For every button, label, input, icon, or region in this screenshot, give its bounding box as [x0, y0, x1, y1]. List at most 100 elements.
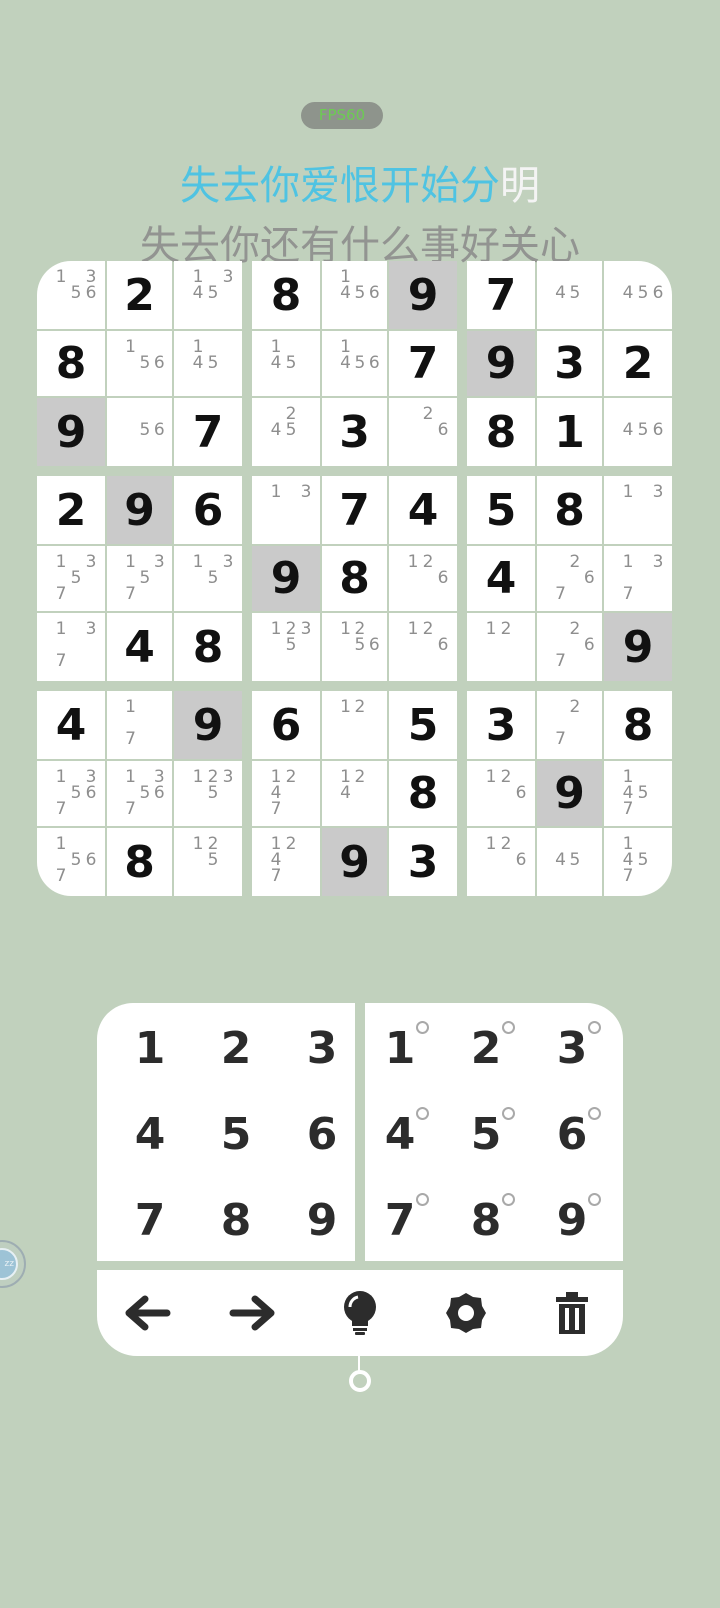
sudoku-cell[interactable]: 5 [389, 691, 457, 759]
sudoku-cell[interactable]: 5 [467, 476, 535, 544]
sudoku-cell[interactable]: 1456 [322, 331, 387, 396]
sudoku-cell[interactable]: 9 [537, 761, 602, 826]
sudoku-cell[interactable]: 26 [389, 398, 457, 466]
sudoku-cell[interactable]: 267 [537, 613, 602, 681]
note-key[interactable]: 7 [357, 1177, 443, 1263]
note-key[interactable]: 9 [529, 1177, 615, 1263]
sudoku-cell[interactable]: 1456 [322, 261, 387, 329]
arrow-left-icon[interactable] [117, 1283, 177, 1343]
sudoku-cell[interactable]: 13567 [37, 761, 105, 826]
sudoku-cell[interactable]: 1567 [37, 828, 105, 896]
sudoku-cell[interactable]: 2 [604, 331, 672, 396]
sudoku-cell[interactable]: 17 [107, 691, 172, 759]
sudoku-cell[interactable]: 1345 [174, 261, 242, 329]
sudoku-cell[interactable]: 7 [467, 261, 535, 329]
gear-icon[interactable] [436, 1283, 496, 1343]
sudoku-cell[interactable]: 3 [389, 828, 457, 896]
sudoku-cell[interactable]: 9 [174, 691, 242, 759]
sudoku-cell[interactable]: 3 [322, 398, 387, 466]
sudoku-cell[interactable]: 1235 [174, 761, 242, 826]
floating-assistant-button[interactable]: zz [0, 1240, 26, 1288]
sudoku-cell[interactable]: 145 [252, 331, 320, 396]
sudoku-cell[interactable]: 45 [537, 828, 602, 896]
sudoku-cell[interactable]: 4 [37, 691, 105, 759]
number-key[interactable]: 6 [279, 1091, 365, 1177]
sudoku-cell[interactable]: 1457 [604, 828, 672, 896]
sudoku-cell[interactable]: 7 [322, 476, 387, 544]
number-key[interactable]: 3 [279, 1005, 365, 1091]
lightbulb-icon[interactable] [330, 1283, 390, 1343]
sudoku-cell[interactable]: 8 [389, 761, 457, 826]
sudoku-cell[interactable]: 1357 [37, 546, 105, 611]
arrow-right-icon[interactable] [223, 1283, 283, 1343]
number-key[interactable]: 2 [193, 1005, 279, 1091]
sudoku-cell[interactable]: 267 [537, 546, 602, 611]
number-key[interactable]: 5 [193, 1091, 279, 1177]
sudoku-cell[interactable]: 1356 [37, 261, 105, 329]
sudoku-cell[interactable]: 1235 [252, 613, 320, 681]
sudoku-cell[interactable]: 45 [537, 261, 602, 329]
sudoku-cell[interactable]: 56 [107, 398, 172, 466]
sudoku-cell[interactable]: 4 [467, 546, 535, 611]
sudoku-cell[interactable]: 8 [37, 331, 105, 396]
number-key[interactable]: 7 [107, 1177, 193, 1263]
sudoku-cell[interactable]: 1357 [107, 546, 172, 611]
sudoku-cell[interactable]: 9 [107, 476, 172, 544]
sudoku-cell[interactable]: 125 [174, 828, 242, 896]
drag-handle[interactable] [349, 1370, 371, 1392]
sudoku-cell[interactable]: 126 [467, 828, 535, 896]
sudoku-cell[interactable]: 6 [252, 691, 320, 759]
sudoku-cell[interactable]: 4 [389, 476, 457, 544]
sudoku-cell[interactable]: 7 [174, 398, 242, 466]
sudoku-cell[interactable]: 156 [107, 331, 172, 396]
number-key[interactable]: 1 [107, 1005, 193, 1091]
sudoku-cell[interactable]: 126 [389, 613, 457, 681]
note-key[interactable]: 4 [357, 1091, 443, 1177]
number-key[interactable]: 8 [193, 1177, 279, 1263]
trash-icon[interactable] [542, 1283, 602, 1343]
sudoku-cell[interactable]: 13 [252, 476, 320, 544]
sudoku-cell[interactable]: 12 [467, 613, 535, 681]
sudoku-cell[interactable]: 9 [252, 546, 320, 611]
sudoku-cell[interactable]: 2 [37, 476, 105, 544]
sudoku-cell[interactable]: 245 [252, 398, 320, 466]
sudoku-cell[interactable]: 3 [467, 691, 535, 759]
sudoku-cell[interactable]: 9 [467, 331, 535, 396]
note-key[interactable]: 6 [529, 1091, 615, 1177]
sudoku-cell[interactable]: 8 [107, 828, 172, 896]
note-key[interactable]: 8 [443, 1177, 529, 1263]
sudoku-cell[interactable]: 13567 [107, 761, 172, 826]
sudoku-cell[interactable]: 13 [604, 476, 672, 544]
sudoku-cell[interactable]: 8 [322, 546, 387, 611]
sudoku-cell[interactable]: 1457 [604, 761, 672, 826]
sudoku-cell[interactable]: 4 [107, 613, 172, 681]
sudoku-cell[interactable]: 137 [604, 546, 672, 611]
sudoku-cell[interactable]: 126 [467, 761, 535, 826]
sudoku-cell[interactable]: 3 [537, 331, 602, 396]
sudoku-cell[interactable]: 1256 [322, 613, 387, 681]
number-key[interactable]: 9 [279, 1177, 365, 1263]
sudoku-cell[interactable]: 8 [252, 261, 320, 329]
sudoku-cell[interactable]: 12 [322, 691, 387, 759]
sudoku-cell[interactable]: 124 [322, 761, 387, 826]
sudoku-cell[interactable]: 137 [37, 613, 105, 681]
sudoku-cell[interactable]: 1 [537, 398, 602, 466]
note-key[interactable]: 3 [529, 1005, 615, 1091]
note-key[interactable]: 2 [443, 1005, 529, 1091]
note-key[interactable]: 1 [357, 1005, 443, 1091]
sudoku-cell[interactable]: 145 [174, 331, 242, 396]
sudoku-cell[interactable]: 1247 [252, 828, 320, 896]
sudoku-cell[interactable]: 126 [389, 546, 457, 611]
sudoku-cell[interactable]: 456 [604, 398, 672, 466]
sudoku-cell[interactable]: 456 [604, 261, 672, 329]
sudoku-cell[interactable]: 9 [604, 613, 672, 681]
sudoku-cell[interactable]: 9 [389, 261, 457, 329]
sudoku-cell[interactable]: 8 [537, 476, 602, 544]
sudoku-cell[interactable]: 135 [174, 546, 242, 611]
sudoku-cell[interactable]: 9 [37, 398, 105, 466]
sudoku-cell[interactable]: 2 [107, 261, 172, 329]
sudoku-cell[interactable]: 9 [322, 828, 387, 896]
sudoku-cell[interactable]: 1247 [252, 761, 320, 826]
sudoku-cell[interactable]: 8 [467, 398, 535, 466]
sudoku-cell[interactable]: 27 [537, 691, 602, 759]
